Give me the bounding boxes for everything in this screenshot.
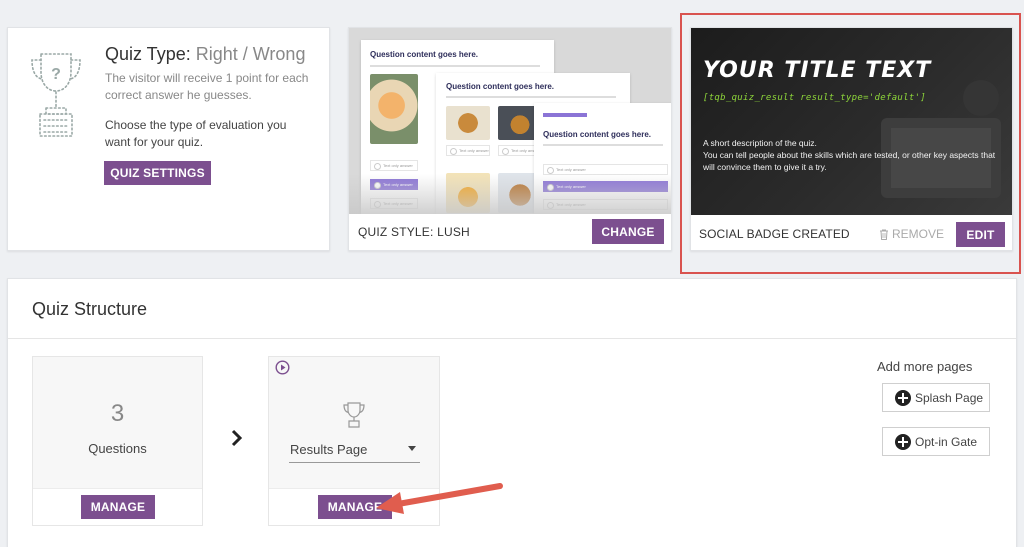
badge-title: YOUR TITLE TEXT [703,58,932,83]
results-page-select-value: Results Page [290,442,368,457]
quiz-settings-button[interactable]: QUIZ SETTINGS [104,161,211,185]
badge-shortcode: [tqb_quiz_result result_type='default'] [703,93,927,103]
social-badge-card: YOUR TITLE TEXT [tqb_quiz_result result_… [690,27,1013,251]
manage-results-button[interactable]: MANAGE [318,495,392,519]
quiz-style-preview[interactable]: Question content goes here. Text only an… [349,28,671,214]
section-divider [8,338,1016,339]
plus-circle-icon [895,389,911,406]
results-card: Results Page MANAGE [268,356,440,526]
manage-questions-button[interactable]: MANAGE [81,495,155,519]
caret-down-icon [408,446,416,451]
quiz-structure-title: Quiz Structure [32,299,148,319]
social-badge-image[interactable]: YOUR TITLE TEXT [tqb_quiz_result result_… [691,28,1012,215]
add-opt-in-gate-button[interactable]: Opt-in Gate [882,427,990,456]
badge-description-line: A short description of the quiz. [703,138,817,148]
preview-answer: Text only answer [446,145,490,156]
trophy-question-icon: ? [31,53,81,137]
preview-question: Question content goes here. [543,130,652,139]
results-page-select[interactable]: Results Page [289,437,420,463]
edit-badge-button[interactable]: EDIT [956,222,1005,247]
play-circle-icon[interactable] [275,360,290,375]
trophy-icon [343,402,365,428]
preview-answer: Text only answer [370,160,418,171]
quiz-type-instruction: Choose the type of evaluation you want f… [105,118,287,149]
quiz-type-card: ? Quiz Type: Right / Wrong The visitor w… [7,27,330,251]
questions-count: 3 [110,400,125,427]
quiz-type-description: The visitor will receive 1 point for eac… [105,71,309,102]
quiz-style-card: Question content goes here. Text only an… [348,27,672,251]
splash-page-label: Splash Page [915,390,984,405]
plus-circle-icon [895,433,911,450]
badge-description-line: You can tell people about the skills whi… [703,150,996,172]
quiz-style-label: QUIZ STYLE: LUSH [358,225,470,239]
remove-badge-link[interactable]: REMOVE [879,227,944,241]
quiz-type-title: Quiz Type: Right / Wrong [105,44,305,65]
quiz-structure-panel: Quiz Structure 3 Questions MANAGE Result… [7,278,1017,547]
questions-card: 3 Questions MANAGE [32,356,203,526]
quiz-type-label: Quiz Type: [105,44,191,64]
questions-label: Questions [88,441,147,456]
svg-text:?: ? [51,66,61,83]
social-badge-label: SOCIAL BADGE CREATED [699,227,850,241]
change-style-button[interactable]: CHANGE [592,219,664,244]
preview-question: Question content goes here. [446,82,555,91]
trash-icon [880,229,888,240]
add-more-pages-label: Add more pages [877,359,973,374]
results-card-footer: MANAGE [269,488,439,525]
add-splash-page-button[interactable]: Splash Page [882,383,990,412]
badge-description: A short description of the quiz. You can… [703,137,1003,173]
preview-question: Question content goes here. [370,50,479,59]
quiz-type-value: Right / Wrong [195,44,306,64]
questions-card-footer: MANAGE [33,488,202,525]
remove-badge-label: REMOVE [892,227,945,241]
chevron-right-icon [230,427,244,453]
opt-in-gate-label: Opt-in Gate [915,434,978,449]
